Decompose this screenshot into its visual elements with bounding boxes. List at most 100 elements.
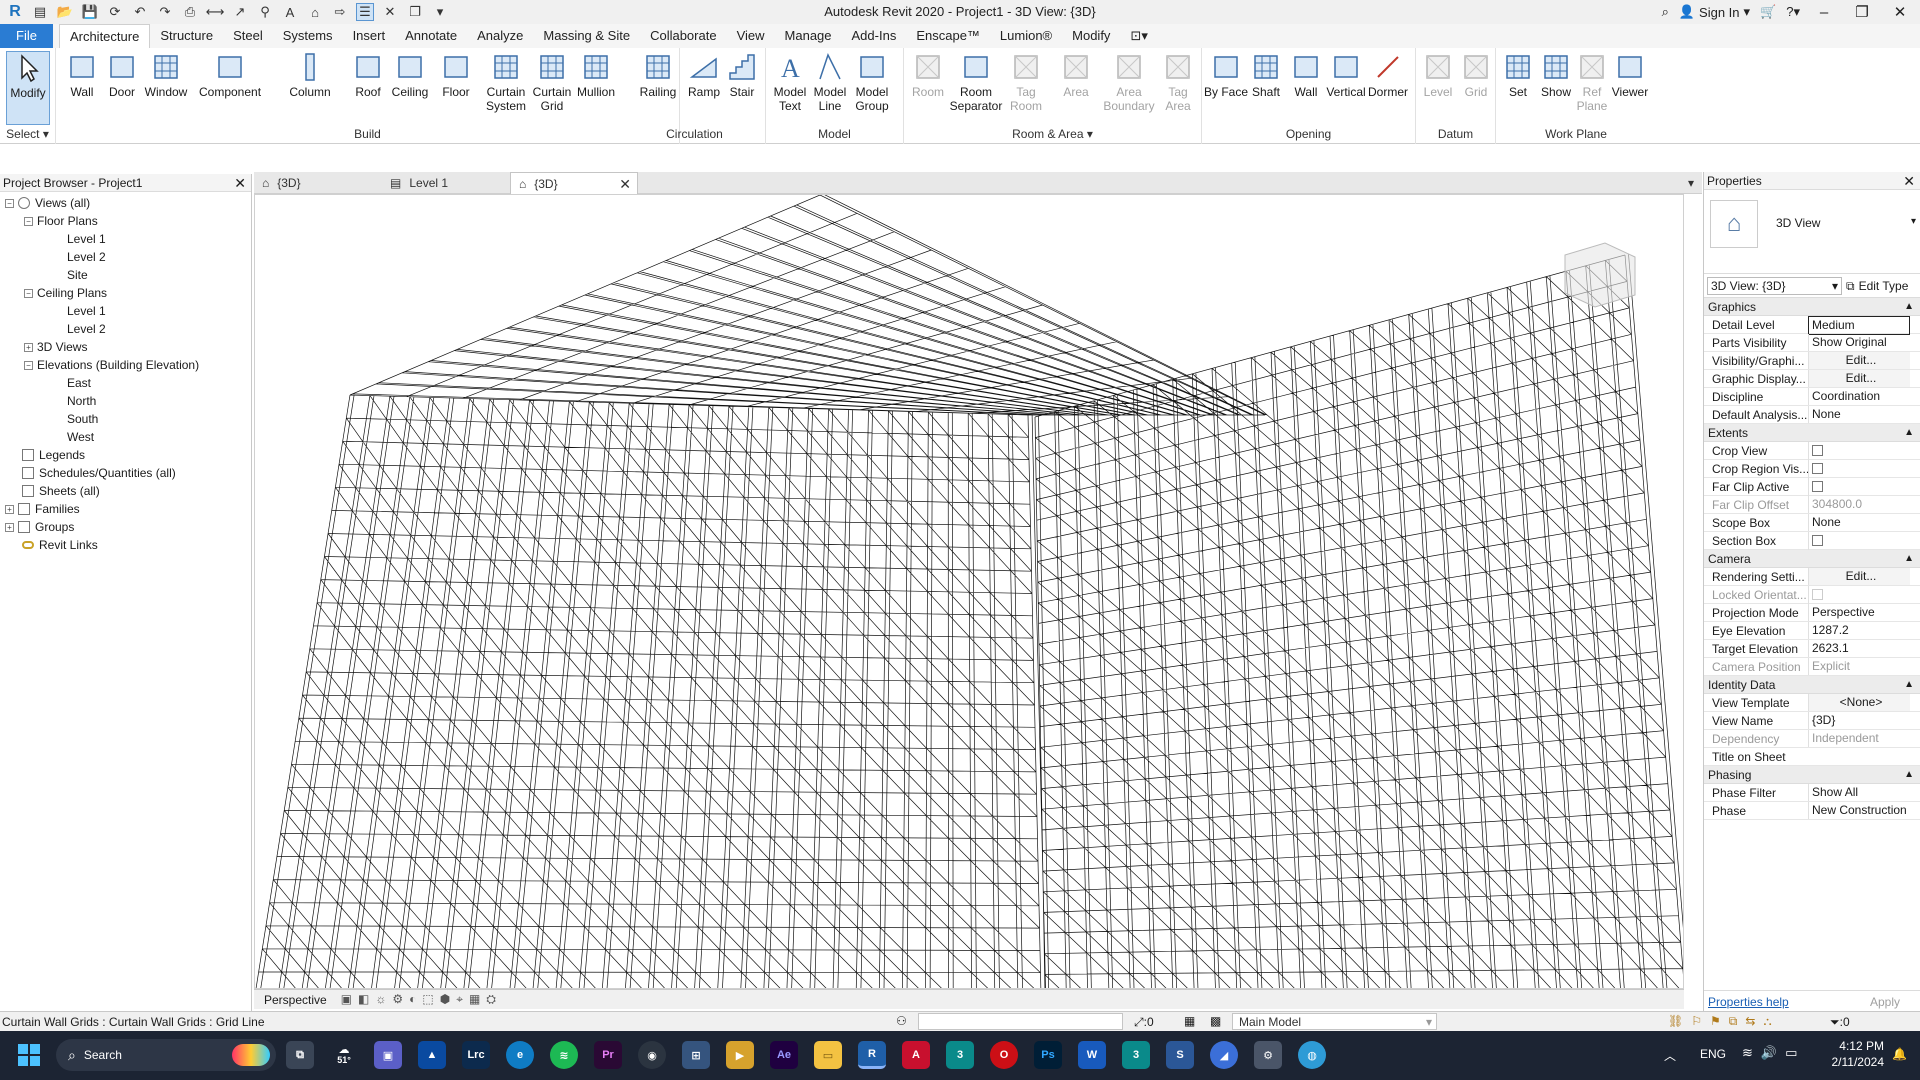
view-control-icons[interactable]: ▣◧☼⚙◐⬚⬢⌖▦⛭	[341, 992, 502, 1007]
tab-view[interactable]: View	[727, 24, 775, 48]
thin-lines-icon[interactable]: ☰	[356, 3, 374, 21]
3dsmax-2-icon[interactable]: 3	[1122, 1041, 1150, 1069]
room-separator-button[interactable]: Room Separator	[948, 51, 1004, 125]
prop-projection-mode[interactable]: Projection Mode Perspective	[1704, 604, 1920, 622]
tab-analyze[interactable]: Analyze	[467, 24, 533, 48]
taskbar-search[interactable]: ⌕ Search	[56, 1039, 276, 1071]
prop-phase[interactable]: Phase New Construction	[1704, 802, 1920, 820]
section-box-checkbox[interactable]	[1812, 535, 1823, 546]
sync-icon[interactable]: ⟳	[106, 3, 124, 21]
sign-in-button[interactable]: 👤 Sign In ▾	[1679, 4, 1750, 20]
crop-region-checkbox[interactable]	[1812, 463, 1823, 474]
viewer-button[interactable]: Viewer	[1608, 51, 1652, 125]
prop-view-template[interactable]: View Template <None>	[1704, 694, 1920, 712]
projection-mode-label[interactable]: Perspective	[264, 993, 327, 1007]
task-view-icon[interactable]: ⧉	[286, 1041, 314, 1069]
tree-schedules[interactable]: Schedules/Quantities (all)	[0, 464, 251, 482]
area-button[interactable]: Area	[1054, 51, 1098, 125]
sketchup-icon[interactable]: S	[1166, 1041, 1194, 1069]
grid-button[interactable]: Grid	[1454, 51, 1498, 125]
close-hidden-windows-icon[interactable]: ✕	[381, 3, 399, 21]
viewcube-icon[interactable]	[1564, 242, 1636, 308]
measure-icon[interactable]: ⟷	[206, 3, 225, 21]
mullion-button[interactable]: Mullion	[574, 51, 618, 125]
redo-icon[interactable]: ↷	[156, 3, 174, 21]
prop-default-analysis[interactable]: Default Analysis... None	[1704, 406, 1920, 424]
tree-views-all[interactable]: − Views (all)	[0, 194, 251, 212]
model-group-button[interactable]: Model Group	[850, 51, 894, 125]
curtain-grid-button[interactable]: Curtain Grid	[530, 51, 574, 125]
file-explorer-icon[interactable]: ▭	[814, 1041, 842, 1069]
minimize-button[interactable]: –	[1810, 4, 1838, 21]
component-button[interactable]: Component	[199, 51, 261, 125]
prop-discipline[interactable]: Discipline Coordination	[1704, 388, 1920, 406]
model-dropdown[interactable]: Main Model ▾	[1232, 1013, 1437, 1030]
edit-type-button[interactable]: ⧉ Edit Type	[1846, 277, 1908, 295]
selection-filter-icons[interactable]: ⛓⚐⚑⧉⇆⛬	[1668, 1014, 1780, 1029]
column-button[interactable]: Column	[288, 51, 332, 125]
properties-help-link[interactable]: Properties help	[1708, 995, 1789, 1009]
view-tab-3d-active[interactable]: ⌂ {3D} ✕	[510, 172, 638, 194]
edge-icon[interactable]: e	[506, 1041, 534, 1069]
section-extents[interactable]: Extents ▲	[1704, 424, 1920, 442]
3d-viewport[interactable]	[254, 194, 1684, 989]
prop-scope-box[interactable]: Scope Box None	[1704, 514, 1920, 532]
room-area-group-label[interactable]: Room & Area ▾	[904, 127, 1201, 141]
disk-icon[interactable]: ◉	[638, 1041, 666, 1069]
rhino-icon[interactable]: ◢	[1210, 1041, 1238, 1069]
tab-enscape[interactable]: Enscape™	[906, 24, 990, 48]
switch-windows-icon[interactable]: ❐	[406, 3, 424, 21]
prop-crop-region-visible[interactable]: Crop Region Vis...	[1704, 460, 1920, 479]
section-identity-data[interactable]: Identity Data ▲	[1704, 676, 1920, 694]
revit-taskbar-icon[interactable]: R	[858, 1041, 886, 1069]
tag-room-button[interactable]: Tag Room	[1004, 51, 1048, 125]
prop-view-name[interactable]: View Name {3D}	[1704, 712, 1920, 730]
tree-sheets[interactable]: Sheets (all)	[0, 482, 251, 500]
tree-3d-views[interactable]: +3D Views	[0, 338, 251, 356]
select-group-label[interactable]: Select ▾	[0, 127, 55, 141]
word-icon[interactable]: W	[1078, 1041, 1106, 1069]
autocad-icon[interactable]: A	[902, 1041, 930, 1069]
settings-icon[interactable]: ⚙	[1254, 1041, 1282, 1069]
tree-floor-plan-site[interactable]: Site	[0, 266, 251, 284]
by-face-button[interactable]: By Face	[1204, 51, 1248, 125]
area-boundary-button[interactable]: Area Boundary	[1102, 51, 1156, 125]
room-button[interactable]: Room	[906, 51, 950, 125]
tab-manage[interactable]: Manage	[775, 24, 842, 48]
lightroom-icon[interactable]: Lrc	[462, 1041, 490, 1069]
tab-collaborate[interactable]: Collaborate	[640, 24, 727, 48]
customize-qat-icon[interactable]: ▾	[431, 3, 449, 21]
section-phasing[interactable]: Phasing ▲	[1704, 766, 1920, 784]
curtain-system-button[interactable]: Curtain System	[484, 51, 528, 125]
grid-lines[interactable]	[255, 195, 1684, 989]
photoshop-icon[interactable]: Ps	[1034, 1041, 1062, 1069]
tab-modify[interactable]: Modify	[1062, 24, 1120, 48]
workset-dropdown[interactable]	[918, 1013, 1123, 1030]
language-indicator[interactable]: ENG	[1700, 1047, 1726, 1061]
notifications-icon[interactable]: 🔔	[1892, 1047, 1907, 1061]
save-icon[interactable]: 💾	[81, 3, 99, 21]
prop-crop-view[interactable]: Crop View	[1704, 442, 1920, 461]
prop-section-box[interactable]: Section Box	[1704, 532, 1920, 551]
wall-button[interactable]: Wall	[60, 51, 104, 125]
premiere-icon[interactable]: Pr	[594, 1041, 622, 1069]
teams-icon[interactable]: ▣	[374, 1041, 402, 1069]
tree-legends[interactable]: Legends	[0, 446, 251, 464]
section-graphics[interactable]: Graphics ▲	[1704, 298, 1920, 316]
prop-phase-filter[interactable]: Phase Filter Show All	[1704, 784, 1920, 802]
door-button[interactable]: Door	[100, 51, 144, 125]
dormer-button[interactable]: Dormer	[1366, 51, 1410, 125]
curtain-wall-model[interactable]	[255, 195, 1684, 989]
tab-insert[interactable]: Insert	[343, 24, 396, 48]
revit-logo-icon[interactable]: R	[6, 3, 24, 21]
tag-icon[interactable]: ⚲	[256, 3, 274, 21]
default-3d-view-icon[interactable]: ⌂	[306, 3, 324, 21]
prop-far-clip-active[interactable]: Far Clip Active	[1704, 478, 1920, 497]
prop-target-elevation[interactable]: Target Elevation 2623.1	[1704, 640, 1920, 658]
windows-start-icon[interactable]	[18, 1044, 40, 1066]
close-icon[interactable]: ✕	[234, 174, 246, 192]
weather-widget[interactable]: ☁ 51°	[330, 1041, 358, 1069]
prop-title-on-sheet[interactable]: Title on Sheet	[1704, 748, 1920, 766]
filter-count[interactable]: ⏷:0	[1830, 1015, 1850, 1030]
media-player-icon[interactable]: ▶	[726, 1041, 754, 1069]
